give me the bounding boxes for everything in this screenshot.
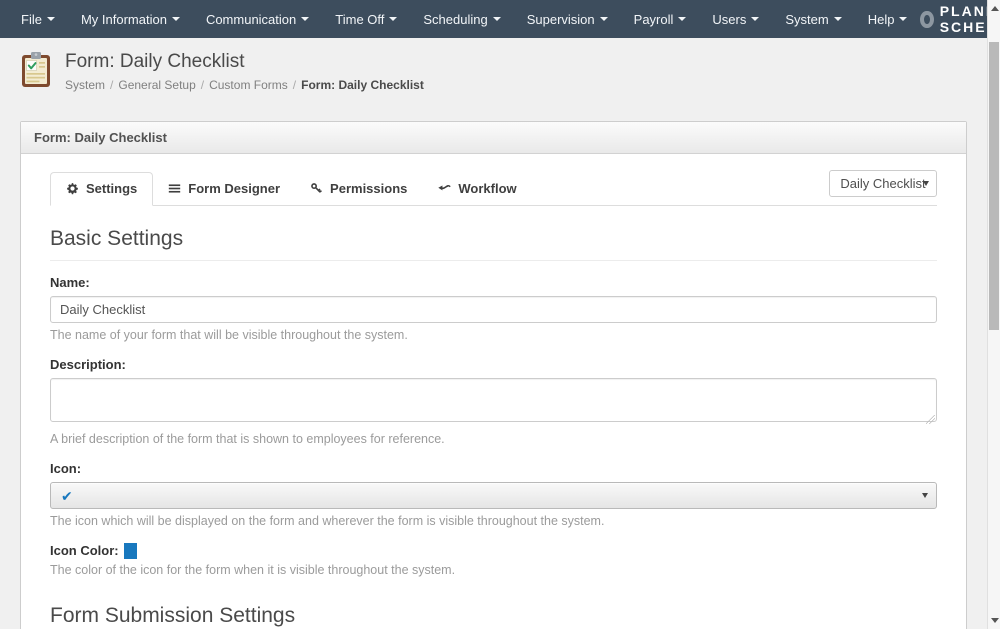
name-input[interactable] (50, 296, 937, 323)
icon-dropdown[interactable]: ✔ (50, 482, 937, 509)
section-title-basic-settings: Basic Settings (50, 227, 937, 261)
icon-color-swatch[interactable] (124, 543, 137, 559)
nav-my-information[interactable]: My Information (68, 0, 193, 38)
nav-users-label: Users (712, 12, 746, 27)
breadcrumb-separator: / (293, 78, 296, 92)
description-textarea[interactable] (50, 378, 937, 422)
workflow-icon (437, 182, 451, 195)
scroll-up-icon[interactable] (991, 6, 999, 11)
chevron-down-icon (389, 17, 397, 21)
chevron-down-icon (899, 17, 907, 21)
nav-payroll[interactable]: Payroll (621, 0, 700, 38)
panel-heading: Form: Daily Checklist (21, 122, 966, 154)
tab-bar: Settings Form Designer Permissions (50, 172, 937, 206)
nav-help-label: Help (868, 12, 895, 27)
gear-icon (66, 182, 79, 195)
icon-color-label: Icon Color: (50, 543, 119, 558)
icon-help: The icon which will be displayed on the … (50, 514, 937, 528)
nav-file[interactable]: File (8, 0, 68, 38)
tab-workflow-label: Workflow (458, 181, 516, 196)
description-help: A brief description of the form that is … (50, 432, 937, 446)
tab-permissions-label: Permissions (330, 181, 407, 196)
brand-logo-icon (920, 11, 933, 28)
nav-payroll-label: Payroll (634, 12, 674, 27)
name-label: Name: (50, 275, 90, 290)
page-header-text: Form: Daily Checklist System / General Set… (65, 49, 424, 92)
nav-system[interactable]: System (772, 0, 854, 38)
nav-time-off[interactable]: Time Off (322, 0, 410, 38)
scrollbar-thumb[interactable] (989, 42, 999, 330)
key-icon (310, 182, 323, 195)
name-group: Name: The name of your form that will be… (50, 274, 937, 342)
tab-permissions[interactable]: Permissions (295, 172, 422, 206)
clipboard-check-icon (20, 51, 52, 93)
nav-scheduling[interactable]: Scheduling (410, 0, 513, 38)
main-navbar: File My Information Communication Time O… (0, 0, 987, 38)
icon-group: Icon: ✔ The icon which will be displayed… (50, 460, 937, 528)
nav-users[interactable]: Users (699, 0, 772, 38)
nav-my-information-label: My Information (81, 12, 167, 27)
page-title: Form: Daily Checklist (65, 49, 424, 75)
icon-color-group: Icon Color: The color of the icon for th… (50, 542, 937, 577)
breadcrumb-separator: / (110, 78, 113, 92)
icon-color-help: The color of the icon for the form when … (50, 563, 937, 577)
chevron-down-icon (923, 181, 929, 186)
list-icon (168, 182, 181, 195)
chevron-down-icon (922, 493, 928, 498)
tab-settings-label: Settings (86, 181, 137, 196)
breadcrumb-current: Form: Daily Checklist (301, 78, 424, 92)
nav-communication[interactable]: Communication (193, 0, 322, 38)
form-picker-value: Daily Checklist (840, 176, 925, 191)
form-picker-dropdown[interactable]: Daily Checklist (829, 170, 937, 197)
nav-supervision-label: Supervision (527, 12, 595, 27)
nav-time-off-label: Time Off (335, 12, 384, 27)
check-icon: ✔ (61, 489, 73, 503)
vertical-scrollbar[interactable] (987, 0, 1000, 629)
breadcrumb-custom-forms[interactable]: Custom Forms (209, 78, 288, 92)
form-panel: Form: Daily Checklist Settings Form Desi… (20, 121, 967, 629)
tab-form-designer-label: Form Designer (188, 181, 280, 196)
panel-body: Settings Form Designer Permissions (21, 154, 966, 629)
tab-form-designer[interactable]: Form Designer (153, 172, 295, 206)
tab-workflow[interactable]: Workflow (422, 172, 531, 206)
page-header: Form: Daily Checklist System / General Set… (0, 38, 1000, 121)
nav-communication-label: Communication (206, 12, 296, 27)
chevron-down-icon (47, 17, 55, 21)
breadcrumb-general-setup[interactable]: General Setup (118, 78, 195, 92)
name-help: The name of your form that will be visib… (50, 328, 937, 342)
chevron-down-icon (678, 17, 686, 21)
description-label: Description: (50, 357, 126, 372)
chevron-down-icon (301, 17, 309, 21)
nav-supervision[interactable]: Supervision (514, 0, 621, 38)
chevron-down-icon (751, 17, 759, 21)
description-group: Description: A brief description of the … (50, 356, 937, 446)
icon-label: Icon: (50, 461, 81, 476)
nav-system-label: System (785, 12, 828, 27)
app-window: File My Information Communication Time O… (0, 0, 1000, 629)
chevron-down-icon (834, 17, 842, 21)
breadcrumb-system[interactable]: System (65, 78, 105, 92)
tab-settings[interactable]: Settings (50, 172, 153, 206)
chevron-down-icon (172, 17, 180, 21)
breadcrumb: System / General Setup / Custom Forms / Form: … (65, 78, 424, 92)
scroll-down-icon[interactable] (991, 618, 999, 623)
chevron-down-icon (600, 17, 608, 21)
nav-file-label: File (21, 12, 42, 27)
nav-scheduling-label: Scheduling (423, 12, 487, 27)
nav-help[interactable]: Help (855, 0, 921, 38)
section-title-form-submission: Form Submission Settings (50, 604, 937, 629)
breadcrumb-separator: / (201, 78, 204, 92)
chevron-down-icon (493, 17, 501, 21)
